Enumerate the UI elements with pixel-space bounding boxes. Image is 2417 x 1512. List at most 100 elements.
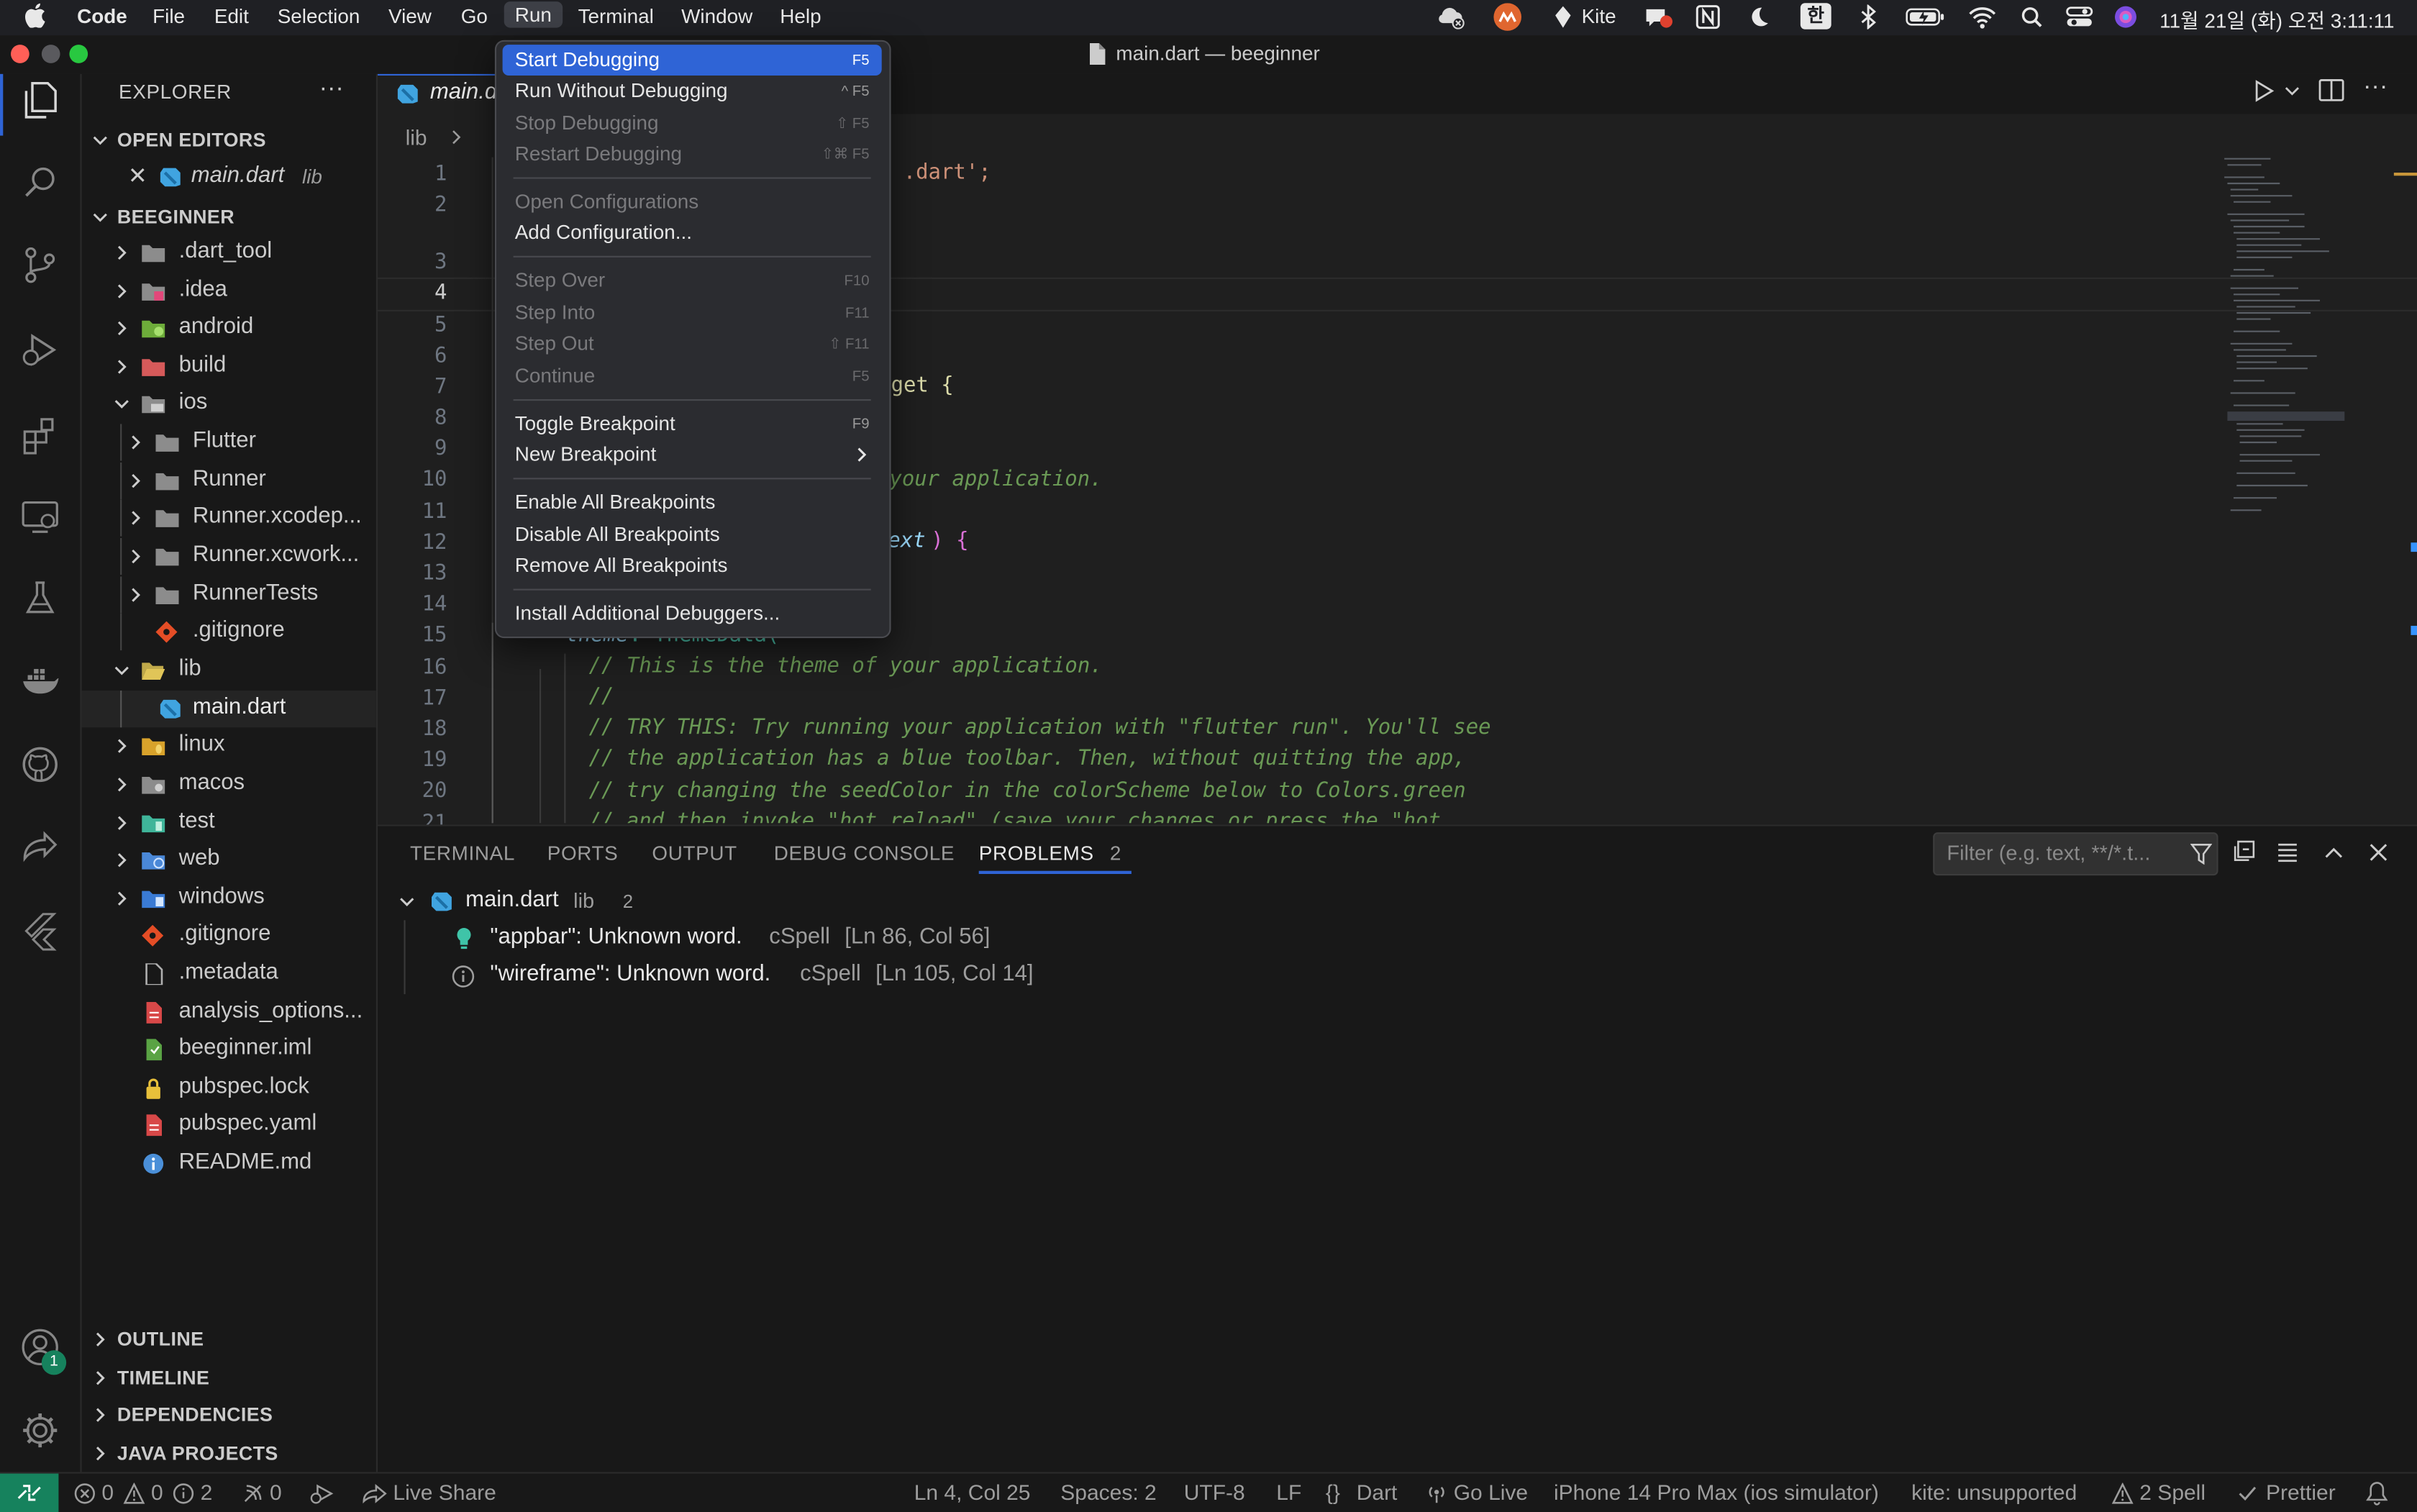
notifications-bell-icon[interactable] xyxy=(2366,1481,2388,1506)
input-method-indicator[interactable]: 한 xyxy=(1800,3,1831,29)
docker-icon[interactable] xyxy=(19,660,62,703)
problems-filter-input[interactable]: Filter (e.g. text, **/*.t... xyxy=(1933,832,2218,876)
source-control-icon[interactable] xyxy=(19,244,62,287)
error-count[interactable]: 0 xyxy=(101,1480,114,1504)
eol-setting[interactable]: LF xyxy=(1276,1480,1301,1504)
lightbulb-icon[interactable] xyxy=(455,926,473,951)
tree-item-idea[interactable]: .idea xyxy=(82,273,376,309)
menu-item-run-without-debugging[interactable]: Run Without Debugging ^ F5 xyxy=(503,76,882,106)
debug-run-icon[interactable] xyxy=(310,1483,334,1504)
tree-item-main-dart[interactable]: main.dart xyxy=(81,691,376,728)
battery-icon[interactable] xyxy=(1906,4,1946,29)
tab-output[interactable]: OUTPUT xyxy=(652,842,737,865)
menu-item-restart-debugging[interactable]: Restart Debugging ⇧⌘ F5 xyxy=(503,139,882,170)
tree-item-beeginner-iml[interactable]: beeginner.iml xyxy=(82,1031,376,1068)
tree-item-test[interactable]: test xyxy=(82,805,376,842)
problems-file-row[interactable]: main.dart lib 2 xyxy=(378,883,2417,920)
close-icon[interactable]: ✕ xyxy=(128,162,147,189)
ports-count[interactable]: 0 xyxy=(270,1480,282,1504)
menu-item-disable-all-breakpoints[interactable]: Disable All Breakpoints xyxy=(503,519,882,550)
problem-row[interactable]: "appbar": Unknown word. cSpell [Ln 86, C… xyxy=(378,920,2417,995)
tree-item-runner-xcworkspace[interactable]: Runner.xcwork... xyxy=(82,537,376,575)
menu-run[interactable]: Run xyxy=(504,1,563,28)
extensions-icon[interactable] xyxy=(19,413,62,456)
cloud-sync-icon[interactable] xyxy=(1435,4,1466,29)
more-actions-icon[interactable]: ··· xyxy=(319,76,344,104)
run-and-debug-icon[interactable] xyxy=(19,328,62,371)
explorer-files-icon[interactable] xyxy=(19,78,62,122)
menu-window[interactable]: Window xyxy=(681,4,752,27)
error-icon[interactable] xyxy=(74,1483,96,1504)
warning-icon[interactable] xyxy=(2111,1483,2134,1504)
project-section[interactable]: BEEGINNER xyxy=(82,199,376,235)
tree-item-ios[interactable]: ios xyxy=(82,386,376,422)
menu-file[interactable]: File xyxy=(153,4,185,27)
tree-item-flutter[interactable]: Flutter xyxy=(82,424,376,461)
kite-status[interactable]: kite: unsupported xyxy=(1911,1480,2077,1504)
menu-item-add-configuration[interactable]: Add Configuration... xyxy=(503,217,882,248)
live-share-button[interactable]: Live Share xyxy=(393,1480,496,1504)
tree-item-dart-tool[interactable]: .dart_tool xyxy=(82,234,376,271)
breadcrumb[interactable]: lib xyxy=(406,125,427,150)
menu-item-stop-debugging[interactable]: Stop Debugging ⇧ F5 xyxy=(503,108,882,139)
go-live-button[interactable]: Go Live xyxy=(1454,1480,1528,1504)
indentation-setting[interactable]: Spaces: 2 xyxy=(1060,1480,1156,1504)
outline-section[interactable]: OUTLINE xyxy=(82,1321,376,1357)
menu-item-install-additional-debuggers[interactable]: Install Additional Debuggers... xyxy=(503,598,882,629)
tree-item-ios-gitignore[interactable]: .gitignore xyxy=(82,613,376,651)
menu-item-start-debugging[interactable]: Start Debugging F5 xyxy=(502,45,882,76)
menu-go[interactable]: Go xyxy=(461,4,488,27)
remote-indicator[interactable] xyxy=(0,1473,59,1512)
tree-item-lib[interactable]: lib xyxy=(82,652,376,688)
dependencies-section[interactable]: DEPENDENCIES xyxy=(82,1396,376,1433)
menu-item-step-over[interactable]: Step Over F10 xyxy=(503,265,882,296)
ports-icon[interactable] xyxy=(242,1483,263,1504)
manage-gear-icon[interactable] xyxy=(19,1409,62,1452)
menu-item-step-into[interactable]: Step Into F11 xyxy=(503,298,882,329)
device-selector[interactable]: iPhone 14 Pro Max (ios simulator) xyxy=(1554,1480,1879,1504)
tree-item-analysis-options[interactable]: analysis_options... xyxy=(82,994,376,1031)
kite-menu-label[interactable]: Kite xyxy=(1582,4,1616,27)
cursor-position[interactable]: Ln 4, Col 25 xyxy=(914,1480,1031,1504)
control-center-icon[interactable] xyxy=(2065,4,2093,29)
zoom-window-button[interactable] xyxy=(69,45,88,63)
chevron-down-icon[interactable] xyxy=(2283,80,2302,101)
encoding-setting[interactable]: UTF-8 xyxy=(1184,1480,1245,1504)
menu-item-enable-all-breakpoints[interactable]: Enable All Breakpoints xyxy=(503,487,882,518)
tree-item-macos[interactable]: macos xyxy=(82,766,376,803)
apple-icon[interactable] xyxy=(24,3,46,28)
info-count[interactable]: 2 xyxy=(201,1480,213,1504)
bluetooth-icon[interactable] xyxy=(1859,4,1877,29)
tab-debug-console[interactable]: DEBUG CONSOLE xyxy=(774,842,955,865)
spell-check-status[interactable]: 2 Spell xyxy=(2139,1480,2206,1504)
check-icon[interactable] xyxy=(2236,1483,2258,1504)
minimap[interactable] xyxy=(2221,154,2351,524)
tree-item-pubspec-lock[interactable]: pubspec.lock xyxy=(82,1070,376,1106)
github-icon[interactable] xyxy=(19,743,62,786)
tree-item-windows[interactable]: windows xyxy=(82,880,376,917)
menu-item-remove-all-breakpoints[interactable]: Remove All Breakpoints xyxy=(503,550,882,581)
tree-item-runnertests[interactable]: RunnerTests xyxy=(82,576,376,614)
menu-view[interactable]: View xyxy=(388,4,432,27)
menu-item-toggle-breakpoint[interactable]: Toggle Breakpoint F9 xyxy=(503,409,882,440)
live-share-icon[interactable] xyxy=(363,1483,387,1504)
broadcast-icon[interactable] xyxy=(1426,1483,1447,1504)
tab-ports[interactable]: PORTS xyxy=(547,842,619,865)
app-status-icon[interactable] xyxy=(1492,3,1523,31)
menu-selection[interactable]: Selection xyxy=(278,4,360,27)
live-share-icon[interactable] xyxy=(19,824,62,867)
menu-item-continue[interactable]: Continue F5 xyxy=(503,360,882,391)
testing-flask-icon[interactable] xyxy=(19,576,62,619)
open-editors-section[interactable]: OPEN EDITORS xyxy=(82,122,376,158)
timeline-section[interactable]: TIMELINE xyxy=(82,1360,376,1396)
warning-count[interactable]: 0 xyxy=(151,1480,163,1504)
tree-item-build[interactable]: build xyxy=(82,348,376,385)
tab-problems[interactable]: PROBLEMS xyxy=(979,842,1094,865)
menu-item-open-configurations[interactable]: Open Configurations xyxy=(503,186,882,217)
close-panel-icon[interactable] xyxy=(2366,840,2390,865)
tree-item-android[interactable]: android xyxy=(82,310,376,347)
wifi-icon[interactable] xyxy=(1968,4,1996,29)
more-actions-icon[interactable]: ··· xyxy=(2363,74,2388,102)
maximize-panel-icon[interactable] xyxy=(2321,840,2346,865)
info-icon[interactable] xyxy=(173,1483,194,1504)
